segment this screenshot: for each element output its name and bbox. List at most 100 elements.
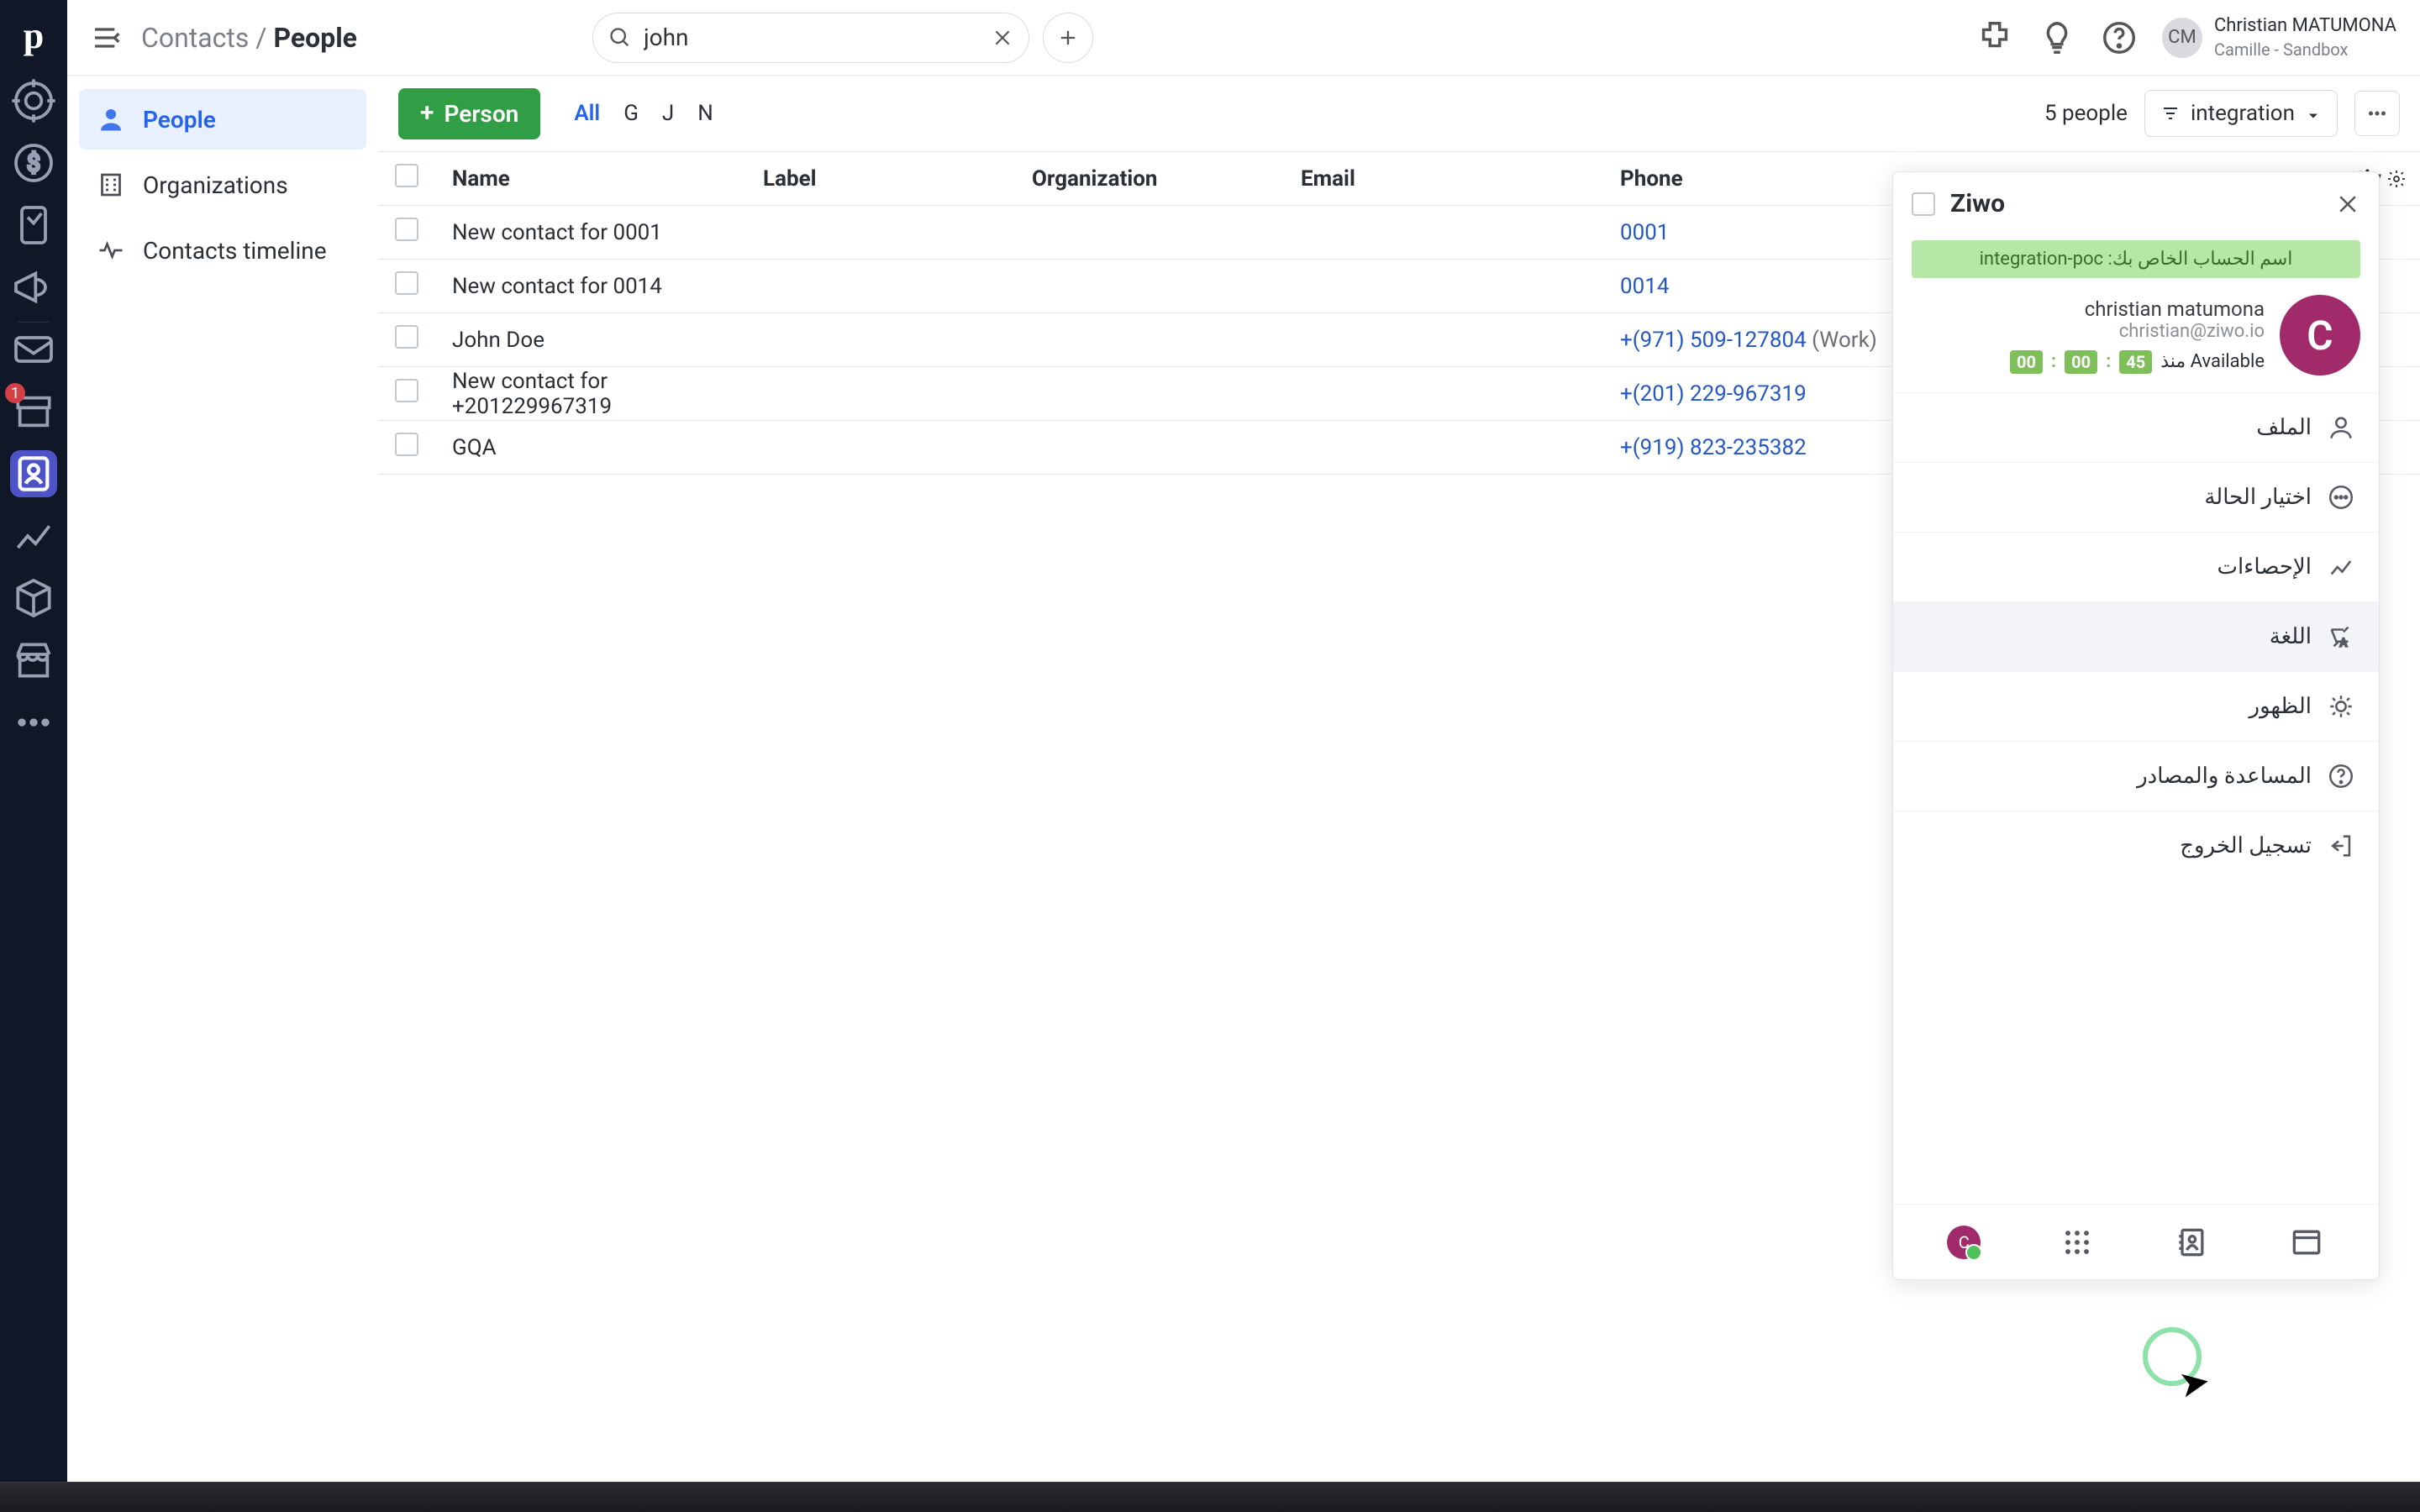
gear-icon[interactable] [2386, 169, 2407, 189]
user-name: Christian MATUMONA [2214, 14, 2396, 39]
nav-marketplace-icon[interactable] [10, 637, 57, 684]
ziwo-bottom-avatar[interactable]: C [1947, 1226, 1981, 1259]
nav-target-icon[interactable] [10, 77, 57, 124]
sidebar-item-organizations[interactable]: Organizations [79, 155, 366, 215]
alpha-filter: All G J N [574, 101, 713, 126]
window-icon[interactable] [2288, 1224, 2325, 1261]
nav-badge: 1 [5, 383, 25, 403]
alpha-j[interactable]: J [662, 101, 674, 126]
nav-mail-icon[interactable] [10, 326, 57, 373]
cell-org [1015, 260, 1284, 313]
nav-archive-icon[interactable]: 1 [10, 388, 57, 435]
cell-name[interactable]: GQA [435, 421, 746, 475]
ziwo-menu-icon [2327, 692, 2355, 721]
dialpad-icon[interactable] [2059, 1224, 2096, 1261]
nav-more-icon[interactable] [10, 699, 57, 746]
nav-clipboard-icon[interactable] [10, 202, 57, 249]
quick-add-button[interactable] [1043, 13, 1093, 63]
ziwo-header: Ziwo [1893, 172, 2379, 235]
alpha-g[interactable]: G [623, 101, 639, 126]
ziwo-menu-item[interactable]: Aاللغة [1893, 601, 2379, 671]
vertical-nav: p $ 1 [0, 0, 67, 1512]
cell-name[interactable]: New contact for +201229967319 [435, 367, 746, 421]
cell-label [746, 206, 1015, 260]
search-area [592, 13, 1093, 63]
ziwo-close-icon[interactable] [2335, 192, 2360, 217]
ziwo-menu-item[interactable]: المساعدة والمصادر [1893, 741, 2379, 811]
row-checkbox[interactable] [378, 260, 435, 313]
add-person-button[interactable]: + Person [398, 88, 540, 139]
nav-insights-icon[interactable] [10, 512, 57, 559]
cell-email [1284, 260, 1603, 313]
ziwo-user-block: christian matumona christian@ziwo.io 00 … [1893, 290, 2379, 392]
search-input[interactable] [644, 24, 980, 51]
sidebar-item-timeline[interactable]: Contacts timeline [79, 220, 366, 281]
filter-icon [2160, 103, 2181, 123]
ziwo-menu: الملفاختيار الحالةالإحصاءاتAاللغةالظهور ا… [1893, 392, 2379, 1204]
cell-name[interactable]: New contact for 0001 [435, 206, 746, 260]
row-checkbox[interactable] [378, 206, 435, 260]
ziwo-timer-mm: 00 [2065, 350, 2097, 374]
ziwo-avatar[interactable]: C [2280, 295, 2360, 375]
alpha-n[interactable]: N [697, 101, 713, 126]
breadcrumb-root[interactable]: Contacts [141, 22, 249, 54]
help-icon[interactable] [2100, 18, 2139, 57]
user-menu[interactable]: CM Christian MATUMONA Camille - Sandbox [2162, 14, 2396, 60]
filter-dropdown[interactable]: integration [2144, 90, 2338, 137]
topbar-right: CM Christian MATUMONA Camille - Sandbox [1975, 14, 2396, 60]
cell-org [1015, 313, 1284, 367]
ziwo-menu-item[interactable]: الملف [1893, 392, 2379, 462]
ziwo-menu-item[interactable]: تسجيل الخروج [1893, 811, 2379, 880]
ziwo-menu-item[interactable]: الظهور [1893, 671, 2379, 741]
lightbulb-icon[interactable] [2038, 18, 2076, 57]
ziwo-bottom-bar: C [1893, 1204, 2379, 1279]
ziwo-status-text: منذ Available [2160, 351, 2265, 372]
ziwo-menu-item[interactable]: اختيار الحالة [1893, 462, 2379, 532]
logo-pipedrive[interactable]: p [7, 8, 60, 62]
heartbeat-icon [96, 235, 126, 265]
header-org[interactable]: Organization [1015, 152, 1284, 206]
extensions-icon[interactable] [1975, 18, 2014, 57]
nav-products-icon[interactable] [10, 575, 57, 622]
ziwo-status-row: 00 : 00 : 45 منذ Available [2010, 350, 2265, 374]
ziwo-timer-ss: 45 [2119, 350, 2152, 374]
more-options-button[interactable] [2354, 91, 2400, 136]
ziwo-menu-label: المساعدة والمصادر [2137, 764, 2312, 789]
row-checkbox[interactable] [378, 367, 435, 421]
search-field[interactable] [592, 13, 1029, 63]
content: + Person All G J N 5 people [378, 76, 2420, 1512]
cell-email [1284, 367, 1603, 421]
header-email[interactable]: Email [1284, 152, 1603, 206]
macos-dock [0, 1482, 2420, 1512]
cell-email [1284, 206, 1603, 260]
nav-megaphone-icon[interactable] [10, 264, 57, 311]
nav-contacts-icon[interactable] [10, 450, 57, 497]
cell-name[interactable]: New contact for 0014 [435, 260, 746, 313]
row-checkbox[interactable] [378, 421, 435, 475]
contacts-book-icon[interactable] [2173, 1224, 2210, 1261]
sidebar-item-people[interactable]: People [79, 89, 366, 150]
menu-toggle-icon[interactable] [91, 21, 124, 55]
header-name[interactable]: Name [435, 152, 746, 206]
header-checkbox[interactable] [378, 152, 435, 206]
ziwo-checkbox[interactable] [1912, 192, 1935, 216]
cell-org [1015, 206, 1284, 260]
list-toolbar: + Person All G J N 5 people [378, 76, 2420, 151]
svg-text:$: $ [27, 149, 40, 176]
result-count: 5 people [2044, 101, 2128, 126]
ziwo-menu-item[interactable]: الإحصاءات [1893, 532, 2379, 601]
chevron-down-icon [2305, 105, 2322, 122]
cell-name[interactable]: John Doe [435, 313, 746, 367]
nav-deals-icon[interactable]: $ [10, 139, 57, 186]
svg-text:A: A [2340, 637, 2348, 649]
header-label[interactable]: Label [746, 152, 1015, 206]
clear-search-icon[interactable] [992, 27, 1013, 49]
colon: : [2051, 351, 2056, 372]
ziwo-menu-icon: A [2327, 622, 2355, 651]
row-checkbox[interactable] [378, 313, 435, 367]
cell-org [1015, 367, 1284, 421]
alpha-all[interactable]: All [574, 101, 600, 126]
ziwo-user-name: christian matumona [2010, 297, 2265, 321]
plus-icon: + [420, 101, 434, 126]
search-icon [608, 26, 632, 50]
